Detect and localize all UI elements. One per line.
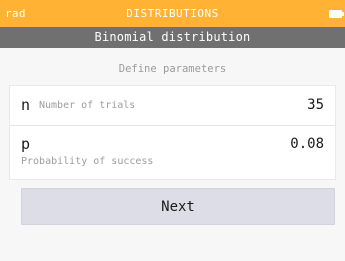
parameter-value-n[interactable]: 35 (307, 97, 324, 113)
page-title: Binomial distribution (94, 30, 251, 44)
parameter-table: n Number of trials 35 p Probability of s… (9, 85, 336, 180)
parameter-value-p[interactable]: 0.08 (290, 136, 324, 152)
parameter-row-p[interactable]: p Probability of success 0.08 (10, 126, 335, 179)
battery-icon (329, 10, 344, 18)
parameter-row-n[interactable]: n Number of trials 35 (10, 86, 335, 126)
next-button-label: Next (161, 199, 195, 215)
parameter-symbol: p (21, 135, 31, 153)
title-bar: Binomial distribution (0, 27, 345, 48)
screen: rad DISTRIBUTIONS Binomial distribution … (0, 0, 345, 261)
status-bar: rad DISTRIBUTIONS (0, 0, 345, 27)
next-button[interactable]: Next (21, 188, 335, 225)
parameter-symbol: n (21, 96, 31, 114)
parameter-description: Number of trials (39, 100, 136, 111)
parameter-description: Probability of success (21, 156, 154, 167)
section-label: Define parameters (118, 63, 227, 75)
app-name: DISTRIBUTIONS (126, 7, 219, 20)
